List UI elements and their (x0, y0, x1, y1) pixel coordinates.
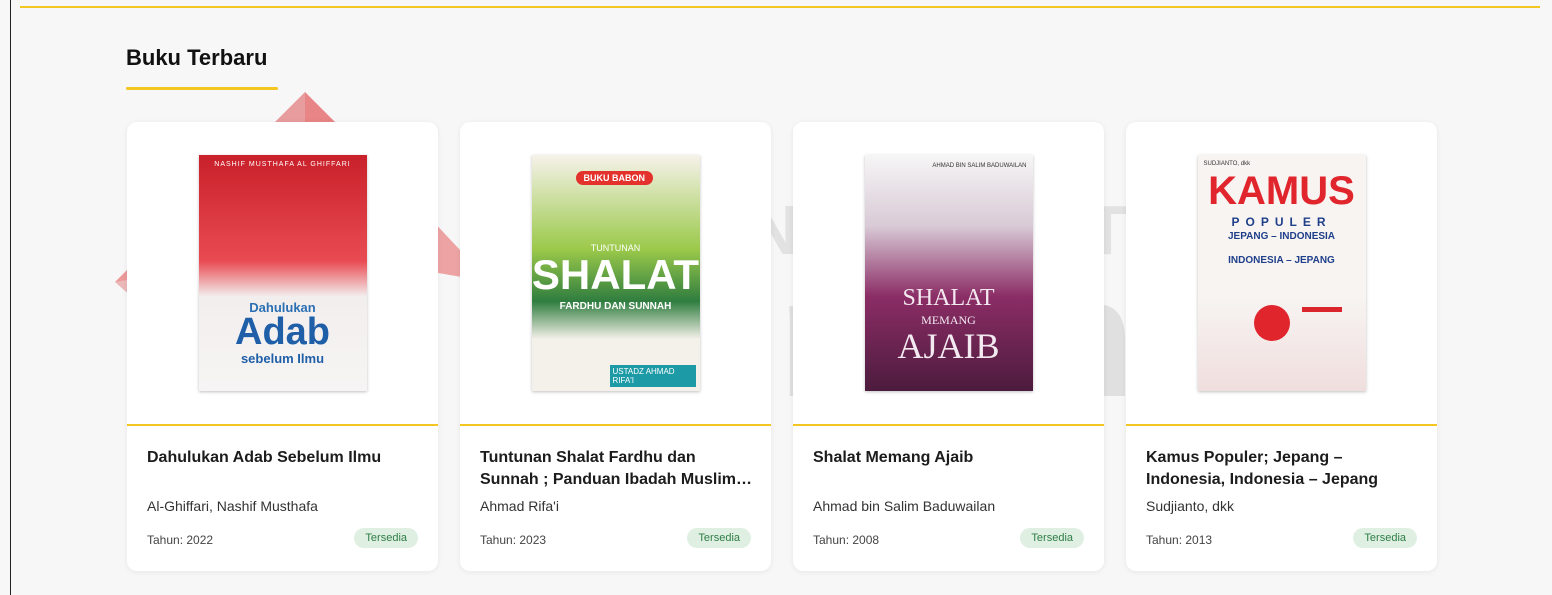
availability-badge: Tersedia (1353, 528, 1417, 548)
cover-subtitle-3: INDONESIA – JEPANG (1228, 255, 1335, 266)
book-year: Tahun: 2023 (480, 533, 547, 547)
book-cover-image[interactable]: BUKU BABON TUNTUNAN SHALAT FARDHU DAN SU… (531, 155, 700, 391)
header-accent-line (20, 6, 1540, 8)
book-year: Tahun: 2022 (147, 533, 214, 547)
book-cover-area[interactable]: BUKU BABON TUNTUNAN SHALAT FARDHU DAN SU… (460, 122, 771, 426)
book-cover-image[interactable]: AHMAD BIN SALIM BADUWAILAN SHALAT MEMANG… (864, 155, 1033, 391)
book-author: Al-Ghiffari, Nashif Musthafa (147, 498, 318, 514)
cover-author-text: USTADZ AHMAD RIFA'I (609, 365, 696, 387)
cover-emblem (1253, 305, 1290, 341)
cover-author-text: AHMAD BIN SALIM BADUWAILAN (932, 163, 1027, 169)
book-title[interactable]: Shalat Memang Ajaib (813, 447, 1088, 469)
book-cover-image[interactable]: SUDJIANTO, dkk KAMUS POPULER JEPANG – IN… (1197, 155, 1366, 391)
book-author: Sudjianto, dkk (1146, 498, 1234, 514)
book-title[interactable]: Kamus Populer; Jepang – Indonesia, Indon… (1146, 447, 1421, 491)
book-title[interactable]: Tuntunan Shalat Fardhu dan Sunnah ; Pand… (480, 447, 755, 491)
book-card[interactable]: SUDJIANTO, dkk KAMUS POPULER JEPANG – IN… (1126, 122, 1437, 571)
cover-title: KAMUS (1208, 169, 1355, 213)
book-cover-area[interactable]: NASHIF MUSTHAFA AL GHIFFARI Dahulukan Ad… (127, 122, 438, 426)
cover-subtitle: POPULER (1231, 215, 1332, 229)
book-cover-area[interactable]: SUDJIANTO, dkk KAMUS POPULER JEPANG – IN… (1126, 122, 1437, 426)
cover-author-text: NASHIF MUSTHAFA AL GHIFFARI (214, 161, 351, 168)
cover-torii-gate (1301, 307, 1342, 346)
cover-badge-text: BUKU BABON (575, 171, 653, 185)
section-title: Buku Terbaru (126, 45, 268, 70)
cover-author-text: SUDJIANTO, dkk (1203, 161, 1251, 167)
book-card[interactable]: BUKU BABON TUNTUNAN SHALAT FARDHU DAN SU… (460, 122, 771, 571)
book-year: Tahun: 2008 (813, 533, 880, 547)
book-title[interactable]: Dahulukan Adab Sebelum Ilmu (147, 447, 422, 469)
book-cover-image[interactable]: NASHIF MUSTHAFA AL GHIFFARI Dahulukan Ad… (198, 155, 367, 391)
book-author: Ahmad bin Salim Baduwailan (813, 498, 996, 514)
book-year: Tahun: 2013 (1146, 533, 1213, 547)
book-author: Ahmad Rifa'i (480, 498, 559, 514)
availability-badge: Tersedia (1020, 528, 1084, 548)
section-title-underline (126, 87, 278, 90)
availability-badge: Tersedia (687, 528, 751, 548)
cover-title: SHALAT (531, 251, 700, 298)
cover-subtitle-2: JEPANG – INDONESIA (1227, 231, 1336, 242)
availability-badge: Tersedia (354, 528, 418, 548)
book-card[interactable]: AHMAD BIN SALIM BADUWAILAN SHALAT MEMANG… (793, 122, 1104, 571)
cover-title: Adab (235, 311, 330, 353)
left-border (10, 0, 11, 595)
cover-title: AJAIB (897, 326, 1000, 366)
book-cover-area[interactable]: AHMAD BIN SALIM BADUWAILAN SHALAT MEMANG… (793, 122, 1104, 426)
cover-subtitle: SHALAT (902, 285, 995, 311)
cover-subtitle-2: sebelum Ilmu (240, 351, 325, 366)
book-card[interactable]: NASHIF MUSTHAFA AL GHIFFARI Dahulukan Ad… (127, 122, 438, 571)
cover-subtitle-2: FARDHU DAN SUNNAH (559, 301, 672, 312)
